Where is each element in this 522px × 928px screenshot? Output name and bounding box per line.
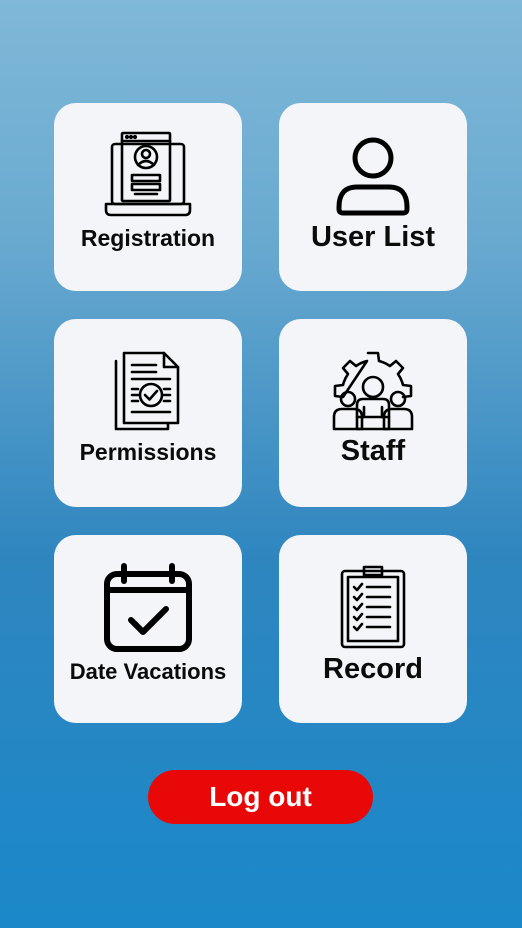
tile-staff[interactable]: Staff xyxy=(279,319,467,507)
user-icon xyxy=(279,135,467,217)
clipboard-checklist-icon xyxy=(279,565,467,649)
tile-label-user-list: User List xyxy=(310,221,436,253)
tile-label-registration: Registration xyxy=(80,225,216,251)
staff-gear-icon xyxy=(279,349,467,435)
tile-label-record: Record xyxy=(323,653,423,685)
tile-registration[interactable]: Registration xyxy=(54,103,242,291)
calendar-check-icon xyxy=(54,563,242,653)
registration-laptop-icon xyxy=(54,131,242,219)
tile-record[interactable]: Record xyxy=(279,535,467,723)
menu-grid: Registration User List Permissions Staff… xyxy=(54,103,468,723)
tile-label-staff: Staff xyxy=(340,435,406,467)
logout-button[interactable]: Log out xyxy=(148,770,373,824)
tile-user-list[interactable]: User List xyxy=(279,103,467,291)
tile-label-permissions: Permissions xyxy=(79,439,217,465)
tile-date-vacations[interactable]: Date Vacations xyxy=(54,535,242,723)
tile-permissions[interactable]: Permissions xyxy=(54,319,242,507)
document-check-icon xyxy=(54,351,242,433)
tile-label-date-vacations: Date Vacations xyxy=(69,659,227,684)
